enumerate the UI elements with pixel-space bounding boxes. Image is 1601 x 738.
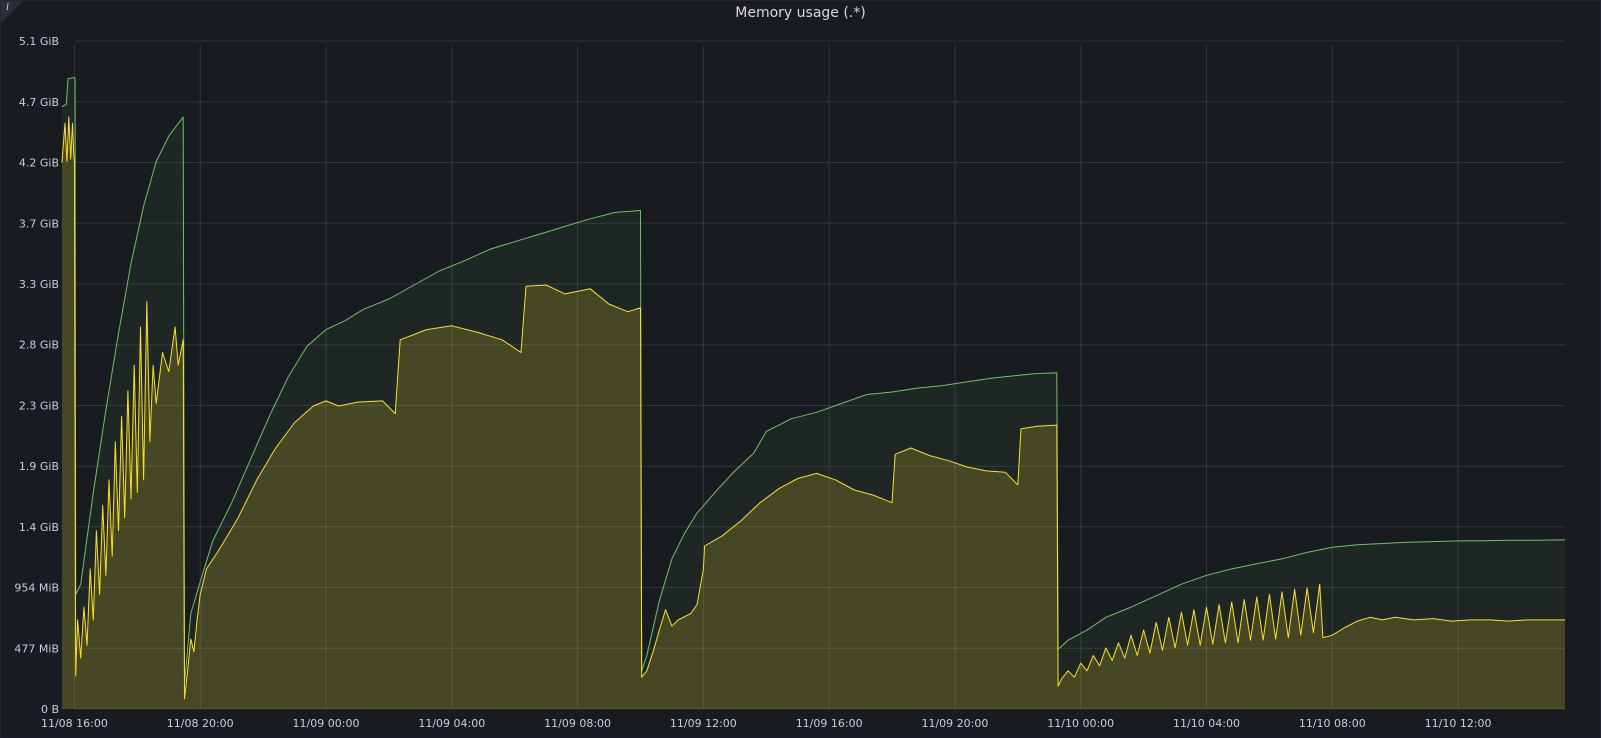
x-tick-label: 11/09 00:00	[293, 717, 360, 730]
x-tick-label: 11/10 12:00	[1425, 717, 1492, 730]
x-tick-label: 11/10 08:00	[1299, 717, 1366, 730]
y-tick-label: 2.8 GiB	[19, 339, 59, 352]
y-tick-label: 477 MiB	[14, 642, 59, 655]
x-tick-label: 11/09 04:00	[418, 717, 485, 730]
y-tick-label: 954 MiB	[14, 582, 59, 595]
y-tick-label: 4.7 GiB	[19, 96, 59, 109]
x-tick-label: 11/09 12:00	[670, 717, 737, 730]
y-tick-label: 1.9 GiB	[19, 460, 59, 473]
x-tick-label: 11/10 04:00	[1173, 717, 1240, 730]
y-tick-label: 3.3 GiB	[19, 278, 59, 291]
x-tick-label: 11/09 08:00	[544, 717, 611, 730]
x-tick-label: 11/08 20:00	[167, 717, 234, 730]
x-tick-label: 11/08 16:00	[41, 717, 108, 730]
x-tick-label: 11/10 00:00	[1047, 717, 1114, 730]
x-tick-label: 11/09 20:00	[921, 717, 988, 730]
y-tick-label: 0 B	[41, 703, 59, 716]
y-tick-label: 3.7 GiB	[19, 217, 59, 230]
memory-usage-chart[interactable]: 0 B 477 MiB 954 MiB 1.4 GiB 1.9 GiB 2.3 GiB 2.…	[1, 1, 1601, 738]
x-tick-label: 11/09 16:00	[796, 717, 863, 730]
y-tick-label: 4.2 GiB	[19, 157, 59, 170]
y-tick-label: 1.4 GiB	[19, 521, 59, 534]
y-tick-label: 2.3 GiB	[19, 399, 59, 412]
memory-usage-panel: i Memory usage (.*) 0 B 477 MiB 954 MiB 1.4…	[0, 0, 1601, 738]
y-tick-label: 5.1 GiB	[19, 35, 59, 48]
